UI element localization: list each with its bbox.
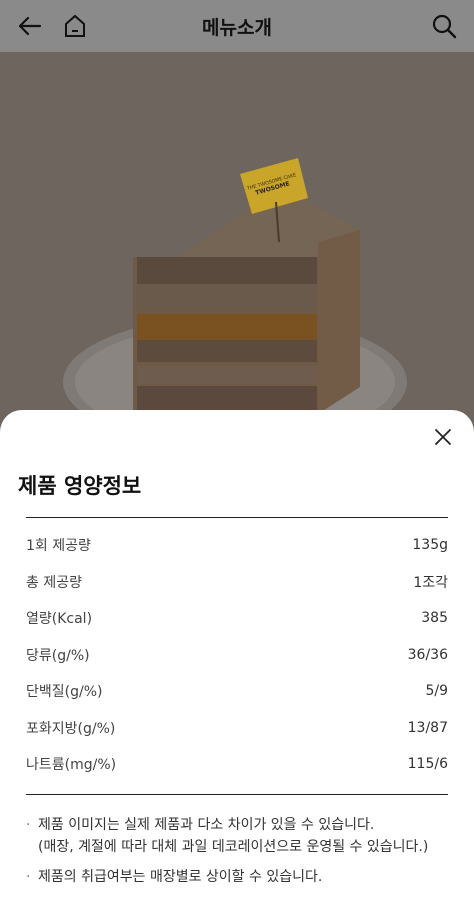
note-text: 제품의 취급여부는 매장별로 상이할 수 있습니다.: [38, 869, 323, 885]
nutrition-row-saturated-fat: 포화지방(g/%) 13/87: [26, 710, 448, 747]
nutrition-sheet: 제품 영양정보 1회 제공량 135g 총 제공량 1조각 열량(Kcal) 3…: [0, 410, 474, 898]
row-value: 1조각: [413, 574, 448, 591]
nutrition-row-total: 총 제공량 1조각: [26, 564, 448, 601]
note-subtext: (매장, 계절에 따라 대체 과일 데코레이션으로 운영될 수 있습니다.): [38, 839, 429, 855]
note-image-difference: 제품 이미지는 실제 제품과 다소 차이가 있을 수 있습니다. (매장, 계절…: [26, 814, 454, 858]
row-value: 13/87: [407, 719, 448, 736]
disclaimer-notes: 제품 이미지는 실제 제품과 다소 차이가 있을 수 있습니다. (매장, 계절…: [26, 814, 454, 888]
nutrition-row-calories: 열량(Kcal) 385: [26, 600, 448, 637]
row-value: 115/6: [407, 756, 448, 773]
sheet-title: 제품 영양정보: [18, 474, 142, 498]
row-label: 포화지방(g/%): [26, 720, 116, 737]
nutrition-row-sodium: 나트륨(mg/%) 115/6: [26, 746, 448, 783]
row-label: 단백질(g/%): [26, 684, 103, 701]
row-value: 36/36: [407, 646, 448, 663]
divider-top: [26, 517, 448, 518]
cake-illustration: THE TWOSOME CAKE TWOSOME: [0, 52, 474, 432]
row-value: 5/9: [425, 683, 448, 700]
row-value: 385: [421, 610, 448, 627]
row-value: 135g: [412, 537, 448, 554]
nutrition-row-sugar: 당류(g/%) 36/36: [26, 637, 448, 674]
note-store-availability: 제품의 취급여부는 매장별로 상이할 수 있습니다.: [26, 866, 454, 888]
close-icon[interactable]: [434, 428, 452, 446]
note-text: 제품 이미지는 실제 제품과 다소 차이가 있을 수 있습니다.: [38, 817, 375, 833]
nutrition-row-serving: 1회 제공량 135g: [26, 527, 448, 564]
row-label: 나트륨(mg/%): [26, 757, 117, 774]
divider-bottom: [26, 794, 448, 795]
row-label: 당류(g/%): [26, 647, 90, 664]
nutrition-table: 1회 제공량 135g 총 제공량 1조각 열량(Kcal) 385 당류(g/…: [26, 527, 448, 783]
top-app-bar: 메뉴소개: [0, 0, 474, 52]
nutrition-row-protein: 단백질(g/%) 5/9: [26, 673, 448, 710]
page-title: 메뉴소개: [202, 17, 272, 39]
product-image: THE TWOSOME CAKE TWOSOME: [0, 52, 474, 432]
row-label: 총 제공량: [26, 574, 82, 591]
search-icon[interactable]: [430, 12, 458, 40]
row-label: 열량(Kcal): [26, 611, 93, 628]
row-label: 1회 제공량: [26, 538, 91, 555]
